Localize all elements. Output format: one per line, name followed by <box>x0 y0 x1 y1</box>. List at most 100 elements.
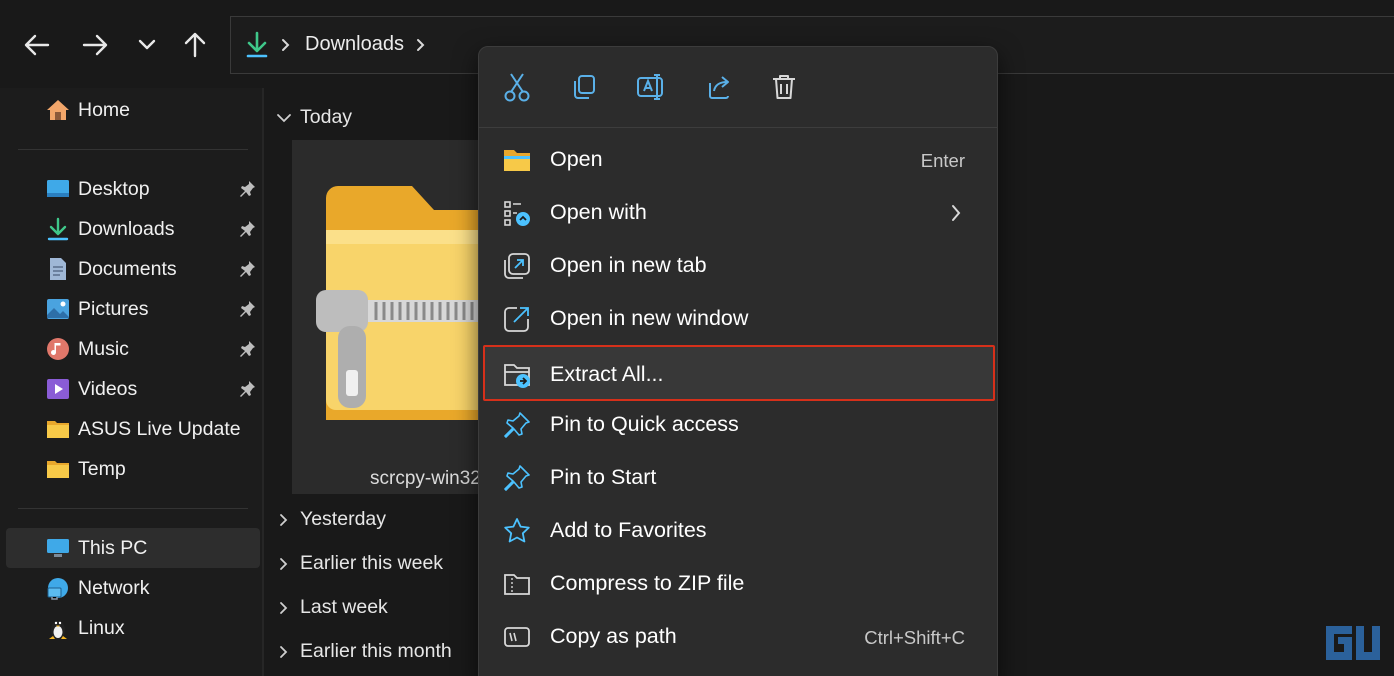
sidebar-item-asus-live-update[interactable]: ASUS Live Update <box>6 409 260 449</box>
back-button[interactable] <box>18 26 56 64</box>
sidebar-item-label: Downloads <box>78 218 175 240</box>
folder-open-icon <box>504 150 530 171</box>
cut-icon <box>504 73 530 102</box>
file-name: scrcpy-win32 <box>370 468 481 489</box>
chevron-right-icon <box>280 601 288 614</box>
pin-icon[interactable] <box>238 340 256 358</box>
sidebar-item-label: ASUS Live Update <box>78 418 241 440</box>
sidebar-item-documents[interactable]: Documents <box>6 249 260 289</box>
menu-item-label: Open <box>550 147 603 171</box>
new-tab-icon <box>504 253 530 279</box>
menu-item-extract-all[interactable]: Extract All... <box>483 345 995 401</box>
menu-item-open-in-new-tab[interactable]: Open in new tab <box>485 240 991 292</box>
gadgets-to-use-logo <box>1326 626 1380 660</box>
menu-item-compress-to-zip[interactable]: Compress to ZIP file <box>485 558 991 610</box>
pin-icon[interactable] <box>238 220 256 238</box>
folder-icon <box>47 421 69 438</box>
cut-button[interactable] <box>499 69 535 105</box>
group-header-last-week[interactable]: Last week <box>276 596 388 619</box>
group-header-yesterday[interactable]: Yesterday <box>276 508 386 531</box>
sidebar-item-temp[interactable]: Temp <box>6 449 260 489</box>
context-menu-divider <box>479 127 997 128</box>
arrow-up-icon <box>184 32 206 58</box>
pin-icon <box>504 412 530 438</box>
menu-item-label: Pin to Quick access <box>550 412 739 436</box>
share-icon <box>709 76 729 99</box>
menu-item-label: Pin to Start <box>550 465 657 489</box>
sidebar-item-videos[interactable]: Videos <box>6 369 260 409</box>
group-label: Earlier this month <box>300 640 452 662</box>
sidebar-item-downloads[interactable]: Downloads <box>6 209 260 249</box>
menu-item-shortcut: Enter <box>920 150 965 171</box>
arrow-left-icon <box>24 34 50 56</box>
menu-item-open-in-new-window[interactable]: Open in new window <box>485 293 991 345</box>
copy-button[interactable] <box>566 69 602 105</box>
recent-locations-button[interactable] <box>128 26 166 64</box>
group-label: Last week <box>300 596 388 618</box>
navigation-pane: Home Desktop Downloads Documents Picture… <box>0 88 262 676</box>
sidebar-item-label: Temp <box>78 458 126 480</box>
menu-item-add-to-favorites[interactable]: Add to Favorites <box>485 505 991 557</box>
menu-item-pin-to-quick-access[interactable]: Pin to Quick access <box>485 399 991 451</box>
delete-icon <box>773 75 795 99</box>
pin-icon[interactable] <box>238 380 256 398</box>
sidebar-item-network[interactable]: Network <box>6 568 260 608</box>
share-button[interactable] <box>700 69 736 105</box>
sidebar-item-label: Network <box>78 577 150 599</box>
network-icon <box>47 578 68 600</box>
chevron-right-icon[interactable] <box>281 34 291 56</box>
desktop-icon <box>47 180 69 197</box>
chevron-down-icon <box>277 113 291 123</box>
sidebar-item-home[interactable]: Home <box>6 90 260 130</box>
linux-penguin-icon <box>49 621 67 639</box>
arrow-right-icon <box>82 34 108 56</box>
group-label: Earlier this week <box>300 552 444 574</box>
menu-item-open[interactable]: Open Enter <box>485 134 991 186</box>
sidebar-item-pictures[interactable]: Pictures <box>6 289 260 329</box>
menu-item-label: Open in new tab <box>550 253 707 277</box>
extract-icon <box>504 364 530 388</box>
pin-icon[interactable] <box>238 180 256 198</box>
menu-item-label: Open in new window <box>550 306 749 330</box>
pin-icon[interactable] <box>238 260 256 278</box>
pictures-icon <box>47 299 69 319</box>
sidebar-item-this-pc[interactable]: This PC <box>6 528 260 568</box>
sidebar-item-linux[interactable]: Linux <box>6 608 260 648</box>
delete-button[interactable] <box>766 69 802 105</box>
copy-icon <box>574 75 595 99</box>
videos-icon <box>47 379 69 399</box>
sidebar-item-desktop[interactable]: Desktop <box>6 169 260 209</box>
chevron-right-icon <box>952 205 961 221</box>
context-menu: Open Enter Open with Open in new tab Ope… <box>478 46 998 676</box>
menu-item-label: Open with <box>550 200 647 224</box>
music-icon <box>47 338 69 360</box>
sidebar-divider <box>18 149 248 150</box>
chevron-right-icon <box>280 645 288 658</box>
group-label: Yesterday <box>300 508 387 530</box>
sidebar-item-label: Home <box>78 99 131 121</box>
group-header-earlier-this-month[interactable]: Earlier this month <box>276 640 452 663</box>
sidebar-item-label: Desktop <box>78 178 150 200</box>
pin-icon[interactable] <box>238 300 256 318</box>
new-window-icon <box>504 307 529 332</box>
chevron-right-icon[interactable] <box>416 34 426 56</box>
forward-button[interactable] <box>76 26 114 64</box>
menu-item-label: Extract All... <box>550 362 664 386</box>
copy-path-icon <box>504 627 530 647</box>
menu-item-open-with[interactable]: Open with <box>485 187 991 239</box>
menu-item-label: Copy as path <box>550 624 677 648</box>
group-label: Today <box>300 106 353 128</box>
pin-icon <box>504 465 530 491</box>
folder-icon <box>47 461 69 478</box>
menu-item-pin-to-start[interactable]: Pin to Start <box>485 452 991 504</box>
context-menu-quick-actions <box>479 47 997 127</box>
sidebar-item-label: Documents <box>78 258 177 280</box>
up-button[interactable] <box>176 26 214 64</box>
group-header-today[interactable]: Today <box>276 106 352 129</box>
sidebar-item-music[interactable]: Music <box>6 329 260 369</box>
breadcrumb-downloads[interactable]: Downloads <box>305 33 404 56</box>
zip-icon <box>504 574 530 595</box>
rename-button[interactable] <box>633 69 669 105</box>
group-header-earlier-this-week[interactable]: Earlier this week <box>276 552 443 575</box>
menu-item-copy-as-path[interactable]: Copy as path Ctrl+Shift+C <box>485 611 991 663</box>
